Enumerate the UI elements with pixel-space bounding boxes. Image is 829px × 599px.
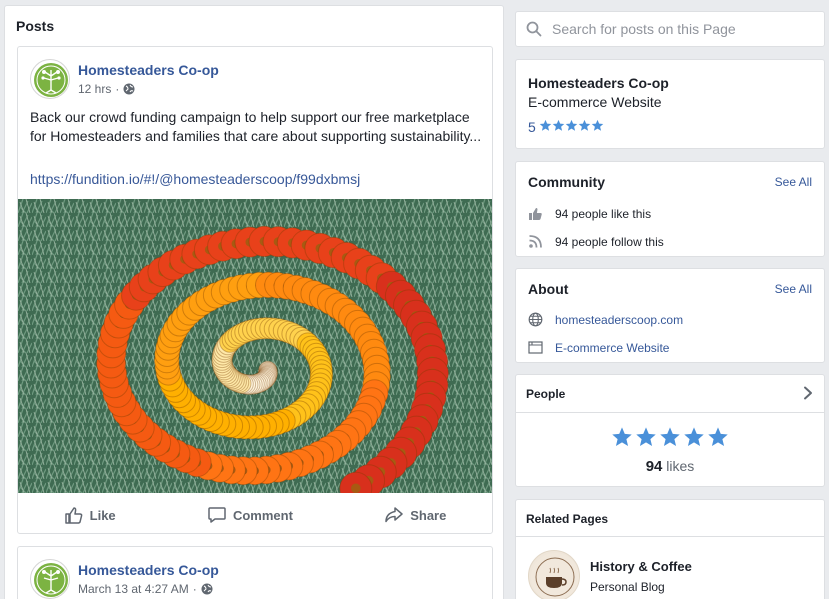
post-meta: March 13 at 4:27 AM · [78, 582, 213, 596]
page-avatar[interactable] [30, 59, 70, 99]
like-label: Like [89, 507, 116, 523]
about-card: About See All homesteaderscoop.com E-com… [515, 268, 825, 363]
share-icon [385, 507, 403, 523]
page-category[interactable]: E-commerce Website [528, 94, 662, 110]
meta-separator: · [192, 582, 197, 596]
community-card: Community See All 94 people like this 94… [515, 161, 825, 257]
community-follows-row: 94 people follow this [528, 234, 664, 249]
people-likes-count: 94 [645, 458, 663, 475]
meta-separator: · [115, 82, 120, 96]
star-icon [684, 427, 704, 446]
about-category-row: E-commerce Website [528, 340, 669, 355]
star-icon [636, 427, 656, 446]
post-meta: 12 hrs · [78, 82, 135, 96]
search-input[interactable] [552, 21, 812, 37]
post-page-name[interactable]: Homesteaders Co-op [78, 62, 219, 78]
globe-icon [123, 83, 135, 95]
community-title: Community [528, 174, 605, 190]
star-icon [612, 427, 632, 446]
about-website-row: homesteaderscoop.com [528, 312, 683, 327]
posts-heading: Posts [16, 18, 55, 34]
about-see-all-link[interactable]: See All [775, 282, 812, 296]
related-page-avatar[interactable] [528, 550, 580, 599]
page-name: Homesteaders Co-op [528, 75, 669, 91]
about-category-link[interactable]: E-commerce Website [555, 341, 669, 355]
people-header[interactable]: People [516, 375, 824, 413]
rss-icon [529, 235, 542, 248]
search-icon [526, 21, 542, 37]
community-follows-text: 94 people follow this [555, 234, 664, 249]
post-text: Back our crowd funding campaign to help … [30, 109, 482, 144]
related-header: Related Pages [516, 500, 824, 537]
star-icon [591, 119, 604, 131]
community-likes-text: 94 people like this [555, 206, 652, 221]
related-page-category: Personal Blog [590, 580, 665, 594]
globe-icon [201, 583, 213, 595]
people-rating-stars [516, 426, 824, 448]
like-button[interactable]: Like [46, 501, 134, 529]
star-icon [708, 427, 728, 446]
page-avatar[interactable] [30, 559, 70, 599]
star-icon [552, 119, 565, 131]
post: Homesteaders Co-op March 13 at 4:27 AM · [17, 546, 493, 599]
related-pages-card: Related Pages History & Coffee Personal … [515, 499, 825, 599]
page-info-card: Homesteaders Co-op E-commerce Website 5 [515, 59, 825, 149]
people-likes: 94 likes [516, 458, 824, 475]
posts-section: Posts Homesteaders Co-op 12 hrs · Back o… [4, 5, 504, 599]
chevron-right-icon[interactable] [802, 386, 814, 400]
page-rating[interactable]: 5 [528, 119, 604, 135]
about-title: About [528, 281, 569, 297]
comment-button[interactable]: Comment [189, 501, 311, 529]
people-card: People 94 likes [515, 374, 825, 487]
people-title: People [526, 387, 566, 401]
post-page-name[interactable]: Homesteaders Co-op [78, 562, 219, 578]
post-time[interactable]: March 13 at 4:27 AM [78, 582, 189, 596]
about-website-link[interactable]: homesteaderscoop.com [555, 313, 683, 327]
post-time[interactable]: 12 hrs [78, 82, 111, 96]
people-likes-label: likes [666, 458, 695, 474]
category-icon [528, 341, 543, 354]
page-post-search[interactable] [515, 11, 825, 47]
related-title: Related Pages [526, 512, 609, 526]
post-link[interactable]: https://fundition.io/#!/@homesteaderscoo… [30, 171, 360, 187]
share-button[interactable]: Share [366, 501, 464, 529]
community-likes-row: 94 people like this [528, 206, 651, 221]
thumbs-up-icon [64, 507, 82, 524]
comment-label: Comment [232, 507, 293, 523]
comment-icon [208, 507, 226, 523]
post-actions: Like Comment Share [18, 499, 492, 531]
thumbs-up-icon [529, 208, 542, 220]
rating-stars [539, 119, 604, 135]
star-icon [578, 119, 591, 131]
share-label: Share [410, 507, 447, 523]
post-image-flower-spiral[interactable] [18, 199, 492, 493]
star-icon [565, 119, 578, 131]
star-icon [660, 427, 680, 446]
community-see-all-link[interactable]: See All [775, 175, 812, 189]
rating-value: 5 [528, 119, 536, 135]
website-icon [528, 312, 543, 327]
post: Homesteaders Co-op 12 hrs · Back our cro… [17, 46, 493, 534]
related-page-name[interactable]: History & Coffee [590, 559, 692, 574]
star-icon [539, 119, 552, 131]
